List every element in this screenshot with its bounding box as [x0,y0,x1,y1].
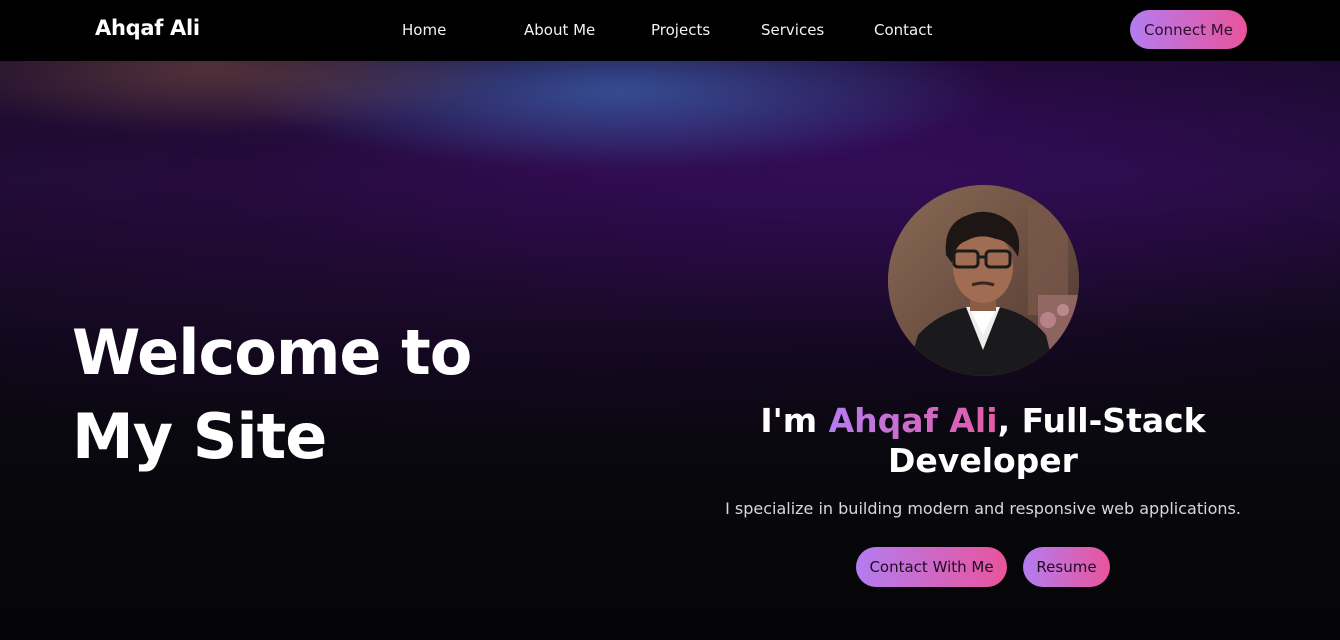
hero-heading-line1: Welcome to [72,316,472,389]
hero-heading: Welcome to My Site [72,311,592,479]
hero-heading-line2: My Site [72,400,327,473]
nav-link-services[interactable]: Services [761,21,824,39]
nav-link-projects[interactable]: Projects [651,21,710,39]
intro-name: Ahqaf Ali [828,401,998,440]
intro-prefix: I'm [760,401,829,440]
profile-photo-illustration [888,185,1079,376]
intro-heading: I'm Ahqaf Ali, Full-Stack Developer [700,401,1266,481]
nav-link-about[interactable]: About Me [524,21,595,39]
contact-with-me-button[interactable]: Contact With Me [856,547,1007,587]
connect-me-button[interactable]: Connect Me [1130,10,1247,49]
site-logo[interactable]: Ahqaf Ali [95,16,200,40]
resume-button[interactable]: Resume [1023,547,1110,587]
nav-link-home[interactable]: Home [402,21,446,39]
hero-section: Welcome to My Site I'm Ahqaf Ali, Full-S… [0,61,1340,640]
profile-avatar [888,185,1079,376]
nav-link-contact[interactable]: Contact [874,21,932,39]
navbar: Ahqaf Ali Home About Me Projects Service… [0,0,1340,61]
intro-tagline: I specialize in building modern and resp… [725,499,1241,518]
